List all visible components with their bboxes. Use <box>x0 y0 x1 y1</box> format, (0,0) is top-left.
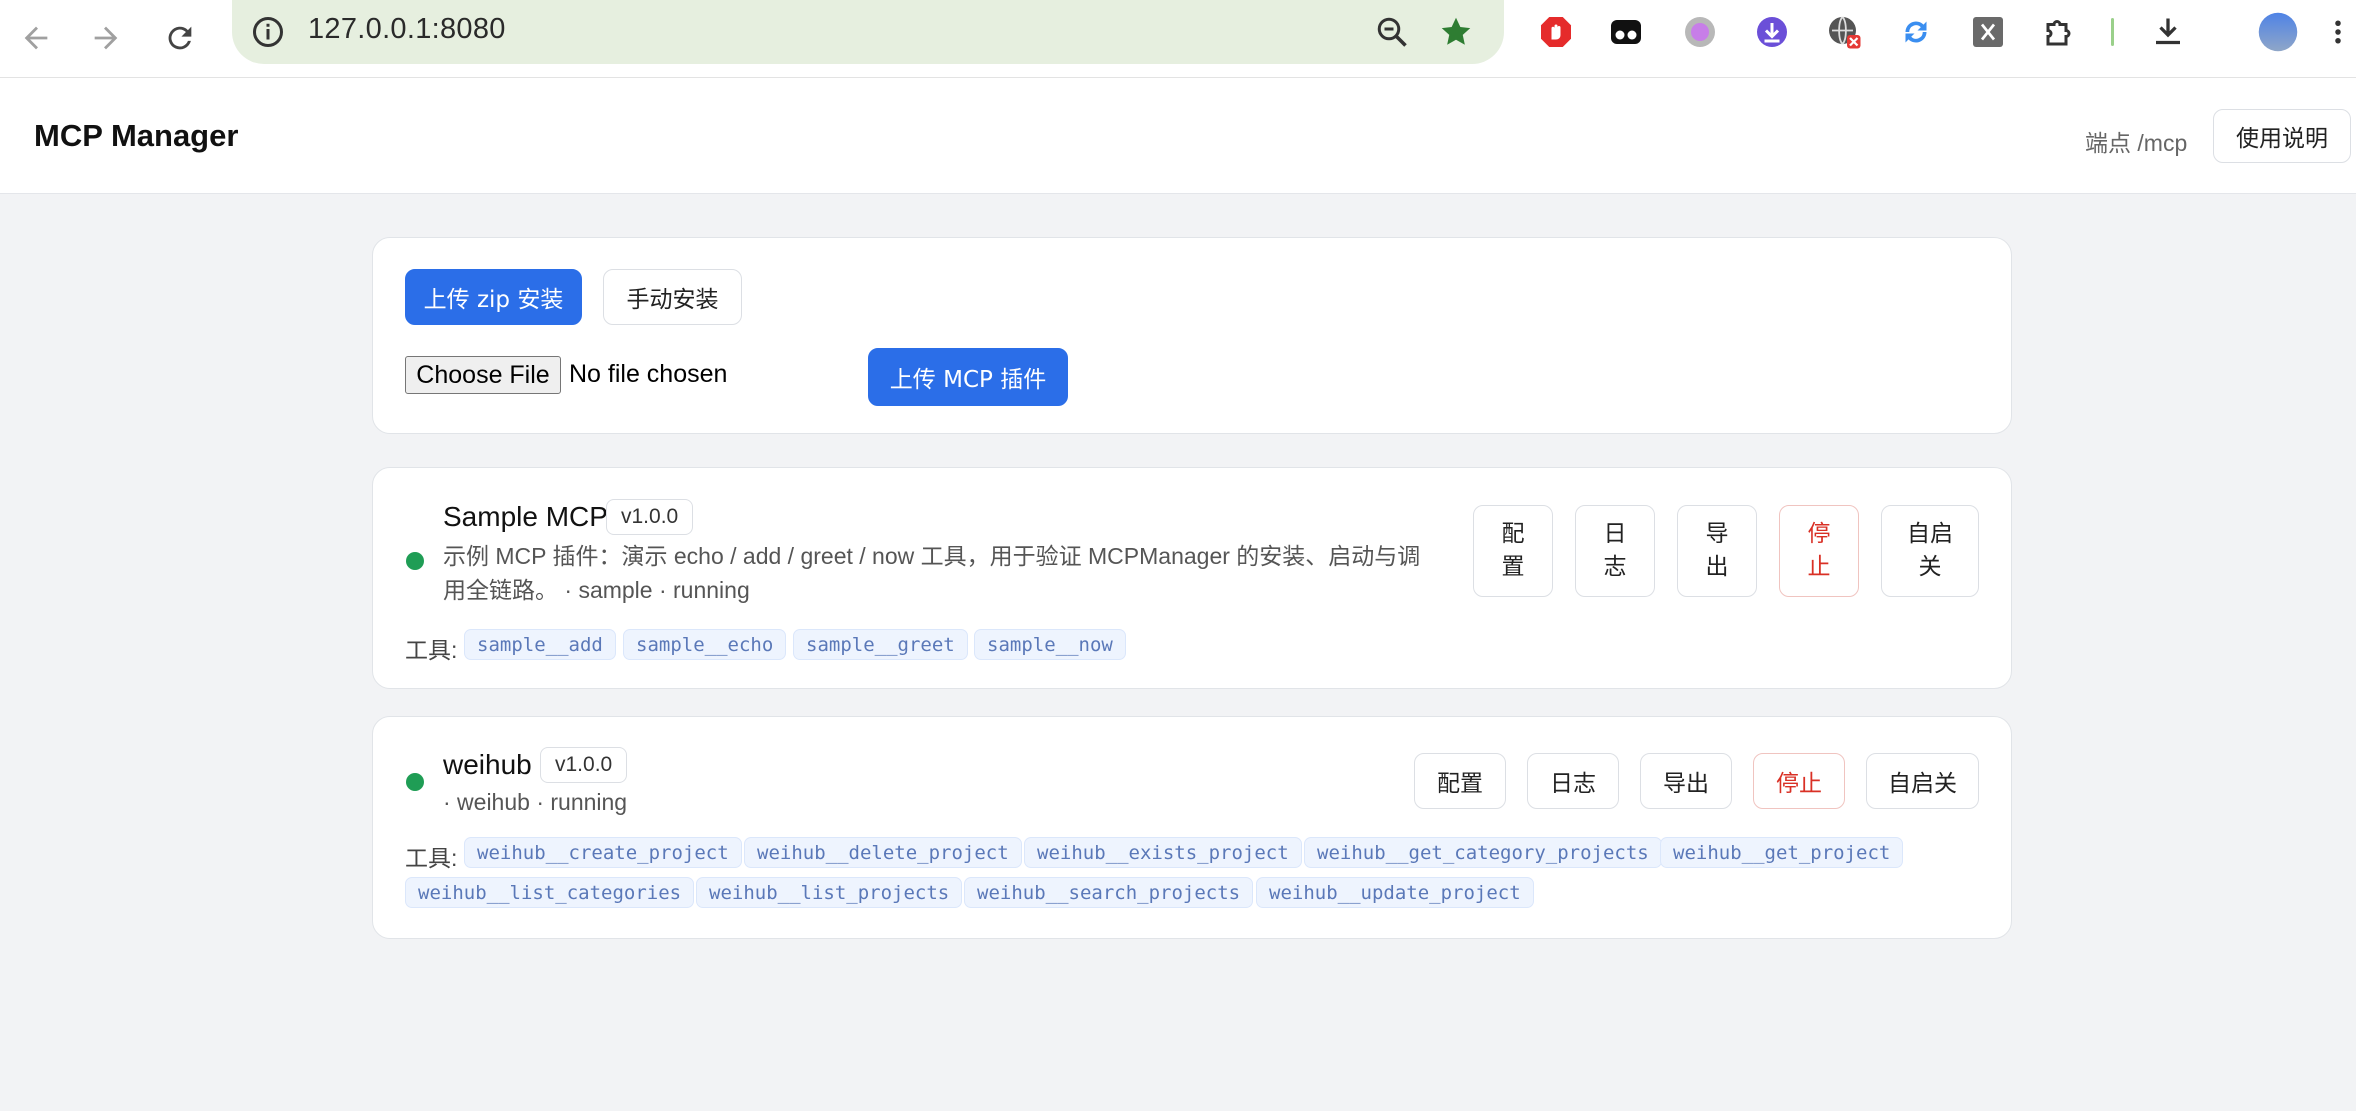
mcp-name: weihub <box>443 749 532 780</box>
tool-tag: sample__now <box>974 629 1126 660</box>
export-button[interactable]: 导 出 <box>1677 505 1757 597</box>
mcp-card: Sample MCP v1.0.0 示例 MCP 插件：演示 echo / ad… <box>372 467 2012 689</box>
stop-button-label: 止 <box>1807 554 1831 580</box>
address-bar[interactable]: 127.0.0.1:8080 <box>232 0 1504 64</box>
mcp-description-line: 用全链路。 · sample · running <box>443 577 750 603</box>
tool-tag: weihub__list_projects <box>696 877 963 908</box>
export-button-label: 出 <box>1705 554 1729 580</box>
back-arrow-icon <box>24 26 48 50</box>
version-badge: v1.0.0 <box>540 747 628 783</box>
eyes-extension-icon[interactable] <box>1606 12 1646 52</box>
endpoint-label: 端点 /mcp <box>2085 130 2188 156</box>
bookmark-star-icon[interactable] <box>1436 12 1476 52</box>
reload-icon <box>168 26 192 50</box>
tool-tag: weihub__exists_project <box>1024 837 1302 868</box>
forward-arrow-icon <box>94 26 118 50</box>
sync-extension-icon[interactable] <box>1896 12 1936 52</box>
profile-avatar[interactable] <box>2256 10 2300 54</box>
config-button[interactable]: 配置 <box>1414 753 1506 809</box>
reload-button[interactable] <box>150 8 210 68</box>
tool-tag: weihub__update_project <box>1256 877 1534 908</box>
back-button[interactable] <box>6 8 66 68</box>
version-badge: v1.0.0 <box>606 499 694 535</box>
autostart-button-label: 关 <box>1918 554 1942 580</box>
logs-button-label: 日 <box>1603 521 1627 547</box>
config-button[interactable]: 配 置 <box>1473 505 1553 597</box>
upload-card: 上传 zip 安装 手动安装 Choose File No file chose… <box>372 237 2012 434</box>
running-status-dot <box>406 773 424 791</box>
tool-tag: weihub__delete_project <box>744 837 1022 868</box>
site-info-icon[interactable] <box>250 14 286 50</box>
app-title: MCP Manager <box>34 118 239 153</box>
tool-tag: weihub__list_categories <box>405 877 695 908</box>
file-status-text: No file chosen <box>569 360 728 388</box>
mcp-description-line: 示例 MCP 插件：演示 echo / add / greet / now 工具… <box>443 543 1421 569</box>
tool-tag: sample__add <box>464 629 616 660</box>
url-text[interactable]: 127.0.0.1:8080 <box>308 13 506 46</box>
logs-button[interactable]: 日志 <box>1527 753 1619 809</box>
globe-blocked-extension-icon[interactable] <box>1824 12 1864 52</box>
manual-install-button[interactable]: 手动安装 <box>603 269 742 325</box>
running-status-dot <box>406 552 424 570</box>
adblock-extension-icon[interactable] <box>1536 12 1576 52</box>
download-helper-extension-icon[interactable] <box>1752 12 1792 52</box>
tool-tag: weihub__create_project <box>464 837 742 868</box>
browser-toolbar: 127.0.0.1:8080 <box>0 0 2356 78</box>
autostart-toggle-button[interactable]: 自启 关 <box>1881 505 1979 597</box>
logs-button-label: 志 <box>1603 554 1627 580</box>
stop-button-label: 停 <box>1807 521 1831 547</box>
tool-tag: sample__greet <box>793 629 968 660</box>
config-button-label: 置 <box>1501 554 1525 580</box>
upload-zip-install-button[interactable]: 上传 zip 安装 <box>405 269 582 325</box>
forward-button[interactable] <box>76 8 136 68</box>
tools-label: 工具: <box>405 845 458 871</box>
mcp-name: Sample MCP <box>443 501 608 532</box>
mcp-card: weihub v1.0.0 · weihub · running 配置 日志 导… <box>372 716 2012 939</box>
stop-button[interactable]: 停 止 <box>1779 505 1859 597</box>
logs-button[interactable]: 日 志 <box>1575 505 1655 597</box>
tool-tag: weihub__search_projects <box>964 877 1254 908</box>
mcp-description: · weihub · running <box>443 789 628 815</box>
extensions-puzzle-icon[interactable] <box>2040 12 2080 52</box>
tool-tag: weihub__get_project <box>1660 837 1904 868</box>
autostart-toggle-button[interactable]: 自启关 <box>1866 753 1979 809</box>
tools-label: 工具: <box>405 637 458 663</box>
export-button-label: 导 <box>1705 521 1729 547</box>
x-extension-icon[interactable] <box>1968 12 2008 52</box>
help-button[interactable]: 使用说明 <box>2213 109 2351 163</box>
mcp-description: 示例 MCP 插件：演示 echo / add / greet / now 工具… <box>443 539 1443 607</box>
autostart-button-label: 自启 <box>1907 521 1953 547</box>
toolbar-separator <box>2111 18 2114 46</box>
app-header: MCP Manager 端点 /mcp 使用说明 <box>0 78 2356 194</box>
export-button[interactable]: 导出 <box>1640 753 1732 809</box>
zoom-icon[interactable] <box>1372 12 1412 52</box>
browser-menu-icon[interactable] <box>2326 12 2350 52</box>
circle-extension-icon[interactable] <box>1680 12 1720 52</box>
choose-file-button[interactable]: Choose File <box>405 356 561 394</box>
tool-tag: sample__echo <box>623 629 787 660</box>
upload-mcp-plugin-button[interactable]: 上传 MCP 插件 <box>868 348 1068 406</box>
tool-tag: weihub__get_category_projects <box>1304 837 1662 868</box>
stop-button[interactable]: 停止 <box>1753 753 1845 809</box>
config-button-label: 配 <box>1501 521 1525 547</box>
downloads-icon[interactable] <box>2148 12 2188 52</box>
